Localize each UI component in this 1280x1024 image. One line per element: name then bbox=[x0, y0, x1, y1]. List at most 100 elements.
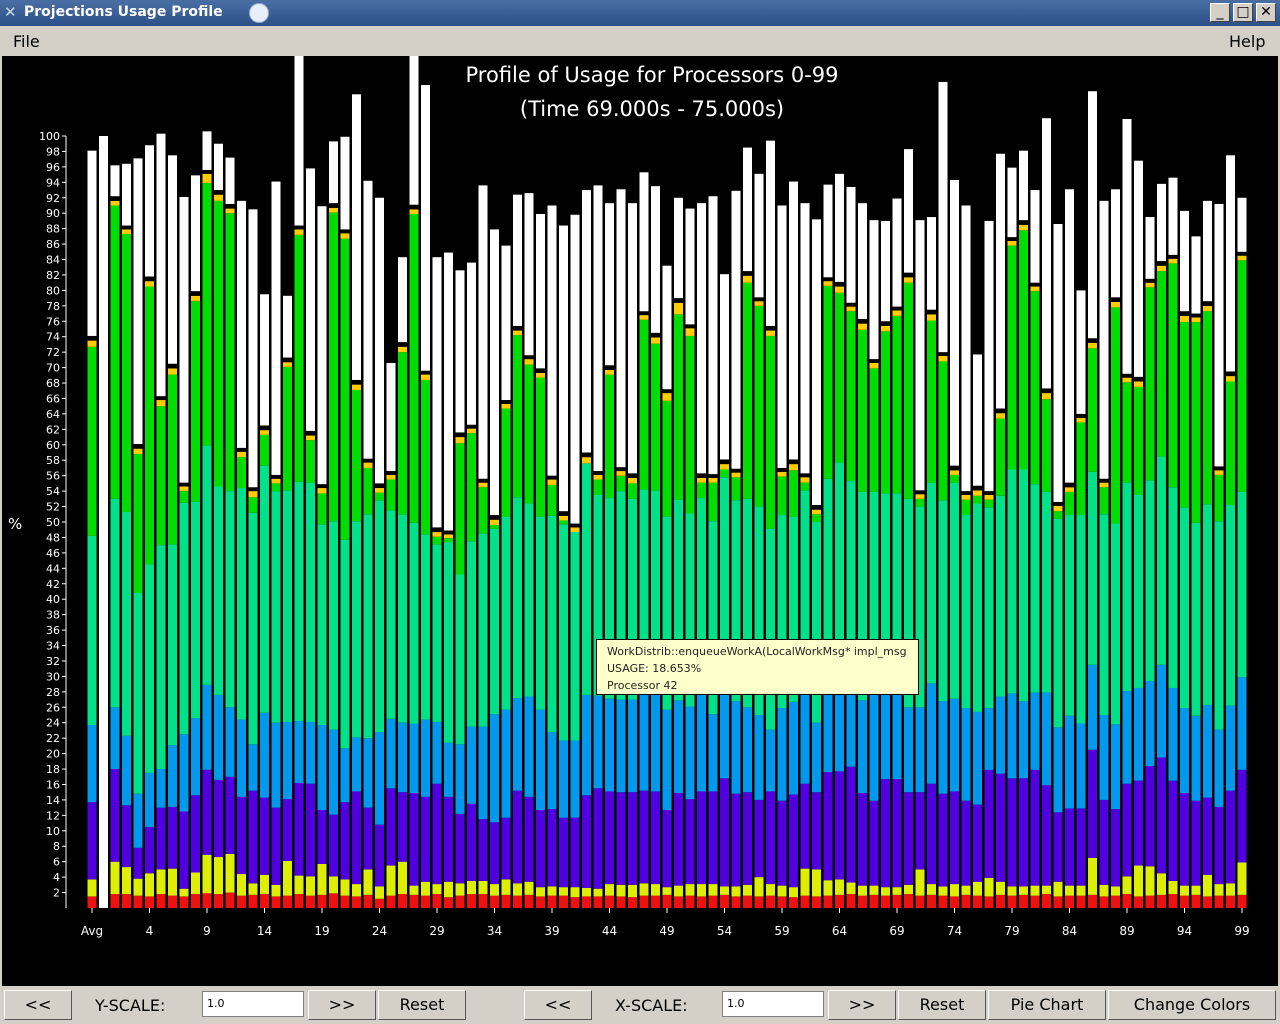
bar[interactable] bbox=[559, 225, 568, 908]
bar-segment[interactable] bbox=[1134, 160, 1143, 377]
bar-segment[interactable] bbox=[513, 330, 522, 336]
bar[interactable] bbox=[1065, 189, 1074, 908]
bar-segment[interactable] bbox=[927, 783, 936, 885]
bar-segment[interactable] bbox=[1157, 265, 1166, 272]
bar-segment[interactable] bbox=[501, 894, 511, 908]
bar-segment[interactable] bbox=[1226, 895, 1235, 908]
bar-segment[interactable] bbox=[352, 389, 361, 522]
bar[interactable] bbox=[950, 180, 959, 908]
bar-segment[interactable] bbox=[248, 491, 258, 498]
bar-segment[interactable] bbox=[685, 324, 695, 329]
bar-segment[interactable] bbox=[168, 368, 177, 375]
bar[interactable] bbox=[536, 213, 545, 908]
bar-segment[interactable] bbox=[536, 887, 545, 897]
bar-segment[interactable] bbox=[1191, 800, 1201, 886]
bar-segment[interactable] bbox=[984, 769, 994, 878]
bar-segment[interactable] bbox=[559, 740, 568, 818]
bar-segment[interactable] bbox=[214, 143, 223, 191]
bar-segment[interactable] bbox=[547, 515, 557, 732]
bar-segment[interactable] bbox=[1042, 399, 1051, 492]
bar-segment[interactable] bbox=[271, 884, 281, 897]
bar-segment[interactable] bbox=[1157, 664, 1166, 758]
bar-segment[interactable] bbox=[1111, 724, 1120, 810]
bar-segment[interactable] bbox=[973, 503, 982, 712]
bar[interactable] bbox=[835, 173, 844, 908]
bar-segment[interactable] bbox=[915, 490, 925, 495]
bar-segment[interactable] bbox=[1065, 808, 1074, 886]
bar-segment[interactable] bbox=[915, 792, 925, 870]
bar-segment[interactable] bbox=[812, 514, 821, 522]
bar-segment[interactable] bbox=[1145, 765, 1155, 867]
bar-segment[interactable] bbox=[1203, 311, 1212, 505]
bar[interactable] bbox=[1099, 200, 1109, 908]
bar-segment[interactable] bbox=[260, 894, 269, 908]
bar[interactable] bbox=[490, 229, 499, 908]
bar-segment[interactable] bbox=[812, 722, 821, 793]
bar-segment[interactable] bbox=[202, 769, 212, 855]
bar-segment[interactable] bbox=[950, 474, 959, 483]
bar-segment[interactable] bbox=[1053, 505, 1063, 512]
bar[interactable] bbox=[708, 196, 718, 908]
bar-segment[interactable] bbox=[1191, 313, 1201, 318]
bar-segment[interactable] bbox=[467, 803, 476, 881]
bar-segment[interactable] bbox=[1203, 301, 1212, 306]
bar-segment[interactable] bbox=[237, 457, 246, 489]
bar-segment[interactable] bbox=[685, 328, 695, 336]
bar-segment[interactable] bbox=[835, 173, 844, 282]
bar-segment[interactable] bbox=[984, 499, 994, 508]
bar-segment[interactable] bbox=[398, 861, 407, 895]
bar-segment[interactable] bbox=[524, 696, 534, 797]
bar[interactable] bbox=[283, 295, 292, 908]
bar-segment[interactable] bbox=[444, 796, 453, 882]
bar-segment[interactable] bbox=[455, 443, 465, 575]
bar-segment[interactable] bbox=[593, 474, 603, 480]
bar-segment[interactable] bbox=[720, 778, 729, 887]
bar-segment[interactable] bbox=[697, 477, 706, 483]
bar-segment[interactable] bbox=[1157, 873, 1166, 895]
bar[interactable] bbox=[1168, 177, 1178, 908]
bar[interactable] bbox=[973, 354, 982, 908]
bar-segment[interactable] bbox=[616, 699, 626, 793]
bar-segment[interactable] bbox=[1145, 282, 1155, 288]
bar-segment[interactable] bbox=[283, 490, 292, 722]
bar-segment[interactable] bbox=[409, 894, 419, 908]
bar-segment[interactable] bbox=[1088, 471, 1097, 665]
bar[interactable] bbox=[996, 153, 1005, 908]
bar-segment[interactable] bbox=[536, 896, 545, 908]
bar-segment[interactable] bbox=[214, 779, 223, 858]
bar-segment[interactable] bbox=[386, 895, 396, 908]
bar-segment[interactable] bbox=[651, 791, 660, 885]
bar-segment[interactable] bbox=[478, 185, 488, 479]
bar-segment[interactable] bbox=[777, 467, 787, 472]
bar-segment[interactable] bbox=[892, 694, 902, 780]
bar-segment[interactable] bbox=[133, 448, 143, 455]
bar-segment[interactable] bbox=[1007, 693, 1017, 779]
bar-segment[interactable] bbox=[950, 465, 959, 471]
bar-segment[interactable] bbox=[547, 731, 557, 810]
bar[interactable] bbox=[720, 274, 729, 908]
bar-segment[interactable] bbox=[329, 141, 338, 204]
x-scale-decrease-button[interactable]: << bbox=[524, 990, 592, 1020]
bar-segment[interactable] bbox=[1111, 297, 1120, 302]
bar-segment[interactable] bbox=[927, 314, 936, 321]
bar-segment[interactable] bbox=[524, 364, 534, 504]
bar-segment[interactable] bbox=[800, 203, 810, 474]
bar-segment[interactable] bbox=[881, 779, 890, 888]
bar-segment[interactable] bbox=[1065, 482, 1074, 488]
bar-segment[interactable] bbox=[582, 463, 591, 695]
bar-segment[interactable] bbox=[639, 172, 649, 312]
bar-segment[interactable] bbox=[616, 467, 626, 472]
bar-segment[interactable] bbox=[306, 440, 315, 483]
bar-segment[interactable] bbox=[386, 474, 396, 480]
bar-segment[interactable] bbox=[616, 792, 626, 885]
bar-segment[interactable] bbox=[685, 799, 695, 885]
bar-segment[interactable] bbox=[662, 265, 672, 390]
bar[interactable] bbox=[294, 0, 304, 908]
bar-segment[interactable] bbox=[881, 331, 890, 494]
bar-segment[interactable] bbox=[409, 0, 419, 205]
bar-segment[interactable] bbox=[1191, 894, 1201, 908]
bar[interactable] bbox=[777, 205, 787, 908]
bar-segment[interactable] bbox=[1168, 780, 1178, 881]
bar-segment[interactable] bbox=[789, 464, 798, 471]
bar-segment[interactable] bbox=[1065, 895, 1074, 908]
